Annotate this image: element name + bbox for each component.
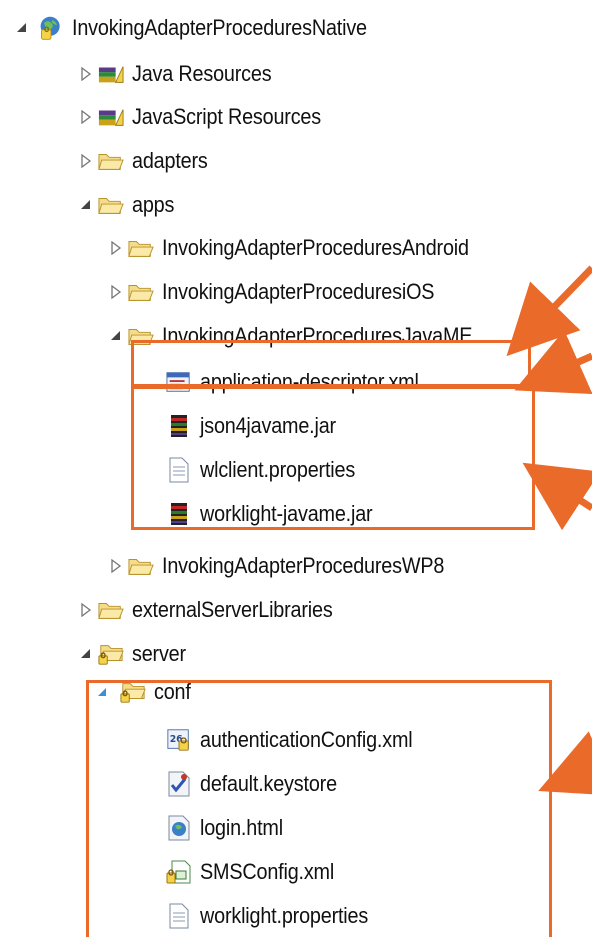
tree-row-wp8-app[interactable]: InvokingAdapterProceduresWP8	[0, 546, 476, 586]
tree-row-javascript-resources[interactable]: JavaScript Resources	[0, 97, 342, 137]
collapsed-twistie-icon[interactable]	[76, 600, 96, 620]
tree-row-apps[interactable]: apps	[0, 185, 179, 225]
tree-label: authenticationConfig.xml	[200, 727, 413, 752]
folder-icon	[98, 597, 124, 623]
folder-icon	[128, 553, 154, 579]
tree-label: JavaScript Resources	[132, 104, 321, 129]
text-file-icon	[166, 457, 192, 483]
folder-icon	[128, 235, 154, 261]
tree-row-sms-config[interactable]: SMSConfig.xml	[0, 852, 349, 892]
locked-xml-icon: 26	[166, 727, 192, 753]
tree-label: json4javame.jar	[200, 413, 336, 438]
tree-row-conf[interactable]: conf	[0, 672, 195, 712]
tree-label: InvokingAdapterProceduresWP8	[162, 553, 445, 578]
tree-row-application-descriptor[interactable]: application-descriptor.xml	[0, 362, 443, 402]
tree-row-ios-app[interactable]: InvokingAdapterProceduresiOS	[0, 272, 465, 312]
tree-label: InvokingAdapterProceduresJavaME	[162, 323, 473, 348]
tree-row-login-html[interactable]: login.html	[0, 808, 292, 848]
expanded-twistie-icon[interactable]	[12, 18, 32, 38]
collapsed-twistie-icon[interactable]	[76, 107, 96, 127]
jar-icon	[166, 501, 192, 527]
tree-label: adapters	[132, 148, 208, 173]
tree-label: login.html	[200, 815, 283, 840]
project-explorer-tree: InvokingAdapterProceduresNative Java Res…	[0, 0, 592, 937]
expanded-twistie-icon[interactable]	[92, 682, 112, 702]
xml-descriptor-icon	[166, 369, 192, 395]
tree-row-default-keystore[interactable]: default.keystore	[0, 764, 352, 804]
locked-folder-icon	[120, 679, 146, 705]
tree-label: Java Resources	[132, 61, 272, 86]
tree-row-project[interactable]: InvokingAdapterProceduresNative	[0, 8, 400, 48]
expanded-twistie-icon[interactable]	[76, 195, 96, 215]
collapsed-twistie-icon[interactable]	[106, 556, 126, 576]
expanded-twistie-icon[interactable]	[76, 644, 96, 664]
tree-row-android-app[interactable]: InvokingAdapterProceduresAndroid	[0, 228, 503, 268]
tree-label: worklight.properties	[200, 903, 369, 928]
html-globe-icon	[166, 815, 192, 841]
text-file-icon	[166, 903, 192, 929]
folder-icon	[128, 279, 154, 305]
tree-label: apps	[132, 192, 175, 217]
tree-row-worklight-javame-jar[interactable]: worklight-javame.jar	[0, 494, 392, 534]
tree-row-wlclient-properties[interactable]: wlclient.properties	[0, 450, 372, 490]
jar-icon	[166, 413, 192, 439]
tree-row-adapters[interactable]: adapters	[0, 141, 216, 181]
tree-label: wlclient.properties	[200, 457, 356, 482]
expanded-twistie-icon[interactable]	[106, 326, 126, 346]
folder-icon	[128, 323, 154, 349]
collapsed-twistie-icon[interactable]	[76, 151, 96, 171]
collapsed-twistie-icon[interactable]	[106, 282, 126, 302]
tree-label: InvokingAdapterProceduresNative	[72, 15, 367, 40]
tree-label: externalServerLibraries	[132, 597, 333, 622]
tree-row-worklight-properties[interactable]: worklight.properties	[0, 896, 387, 936]
keystore-icon	[166, 771, 192, 797]
locked-folder-icon	[98, 641, 124, 667]
tree-label: InvokingAdapterProceduresAndroid	[162, 235, 469, 260]
tree-row-json4javame-jar[interactable]: json4javame.jar	[0, 406, 351, 446]
sms-config-icon	[166, 859, 192, 885]
tree-label: default.keystore	[200, 771, 337, 796]
tree-row-javame-app[interactable]: InvokingAdapterProceduresJavaME	[0, 316, 507, 356]
tree-label: InvokingAdapterProceduresiOS	[162, 279, 435, 304]
tree-label: worklight-javame.jar	[200, 501, 373, 526]
library-icon	[98, 61, 124, 87]
folder-icon	[98, 148, 124, 174]
library-icon	[98, 104, 124, 130]
tree-row-java-resources[interactable]: Java Resources	[0, 54, 287, 94]
collapsed-twistie-icon[interactable]	[106, 238, 126, 258]
tree-label: SMSConfig.xml	[200, 859, 335, 884]
tree-label: conf	[154, 679, 191, 704]
tree-label: server	[132, 641, 186, 666]
tree-label: application-descriptor.xml	[200, 369, 419, 394]
project-icon	[38, 15, 64, 41]
collapsed-twistie-icon[interactable]	[76, 64, 96, 84]
folder-icon	[98, 192, 124, 218]
tree-row-external-server-libraries[interactable]: externalServerLibraries	[0, 590, 355, 630]
tree-row-authentication-config[interactable]: 26 authenticationConfig.xml	[0, 720, 436, 760]
tree-row-server[interactable]: server	[0, 634, 192, 674]
